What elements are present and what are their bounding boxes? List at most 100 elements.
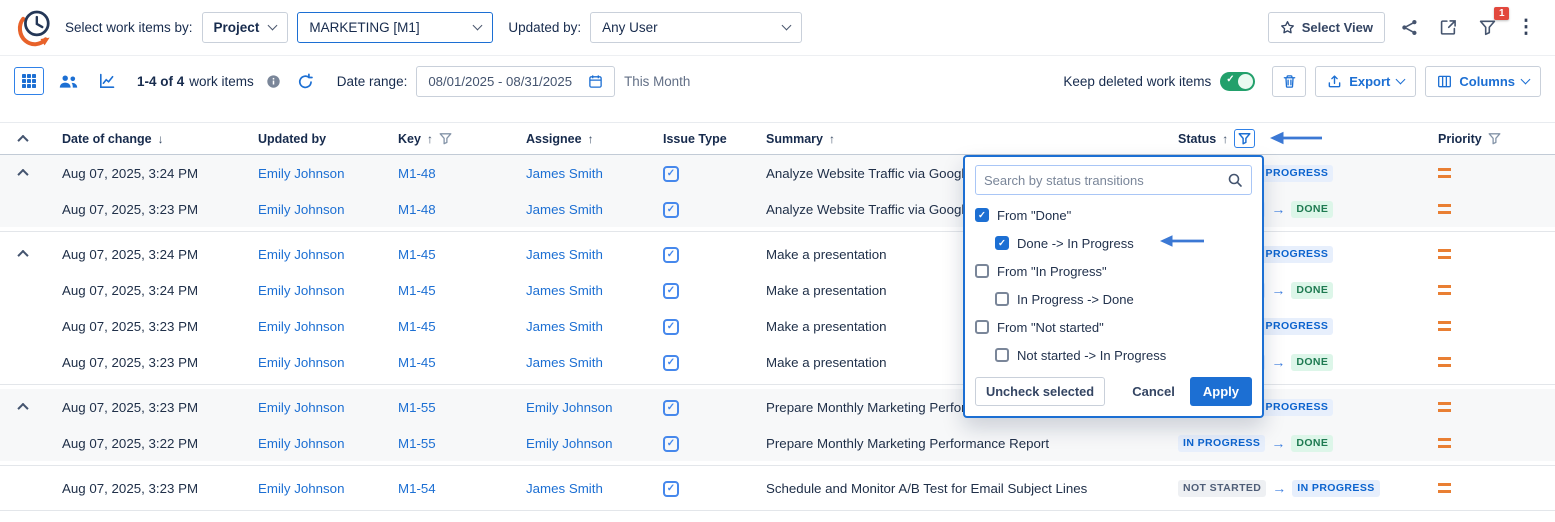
assignee-link[interactable]: Emily Johnson [526,436,612,451]
project-dropdown[interactable]: MARKETING [M1] [297,12,493,43]
checkbox-unchecked-icon[interactable] [975,264,989,278]
cancel-button[interactable]: Cancel [1132,384,1175,399]
key-link[interactable]: M1-45 [398,283,436,298]
columns-button[interactable]: Columns [1425,66,1541,97]
status-filter-popup: From "Done" Done -> In Progress From "In… [963,155,1264,418]
filter-item-label: In Progress -> Done [1017,292,1134,307]
assignee-link[interactable]: James Smith [526,166,603,181]
key-link[interactable]: M1-55 [398,400,436,415]
key-link[interactable]: M1-48 [398,202,436,217]
calendar-icon [588,74,603,89]
sort-desc-icon[interactable]: ↓ [158,132,164,146]
apply-button[interactable]: Apply [1190,377,1252,406]
table-view-button[interactable] [14,67,44,95]
collapse-group-icon[interactable] [17,250,28,258]
assignee-link[interactable]: James Smith [526,481,603,496]
filter-item-label: Not started -> In Progress [1017,348,1166,363]
header-status[interactable]: Status↑ [1162,129,1422,148]
checkbox-checked-icon[interactable] [975,208,989,222]
assignee-link[interactable]: Emily Johnson [526,400,612,415]
collapse-group-icon[interactable] [17,403,28,411]
assignee-link[interactable]: James Smith [526,355,603,370]
filter-item-notstarted-to-inprogress[interactable]: Not started -> In Progress [975,341,1252,369]
date-range-input[interactable]: 08/01/2025 - 08/31/2025 [416,66,615,97]
updated-by-link[interactable]: Emily Johnson [258,355,344,370]
assignee-link[interactable]: James Smith [526,247,603,262]
date-range-label: Date range: [337,74,408,89]
updated-by-dropdown[interactable]: Any User [590,12,802,43]
status-filter-icon-active[interactable] [1234,129,1255,148]
share-button[interactable] [1394,13,1424,43]
key-link[interactable]: M1-45 [398,319,436,334]
updated-by-link[interactable]: Emily Johnson [258,481,344,496]
key-filter-icon[interactable] [439,132,452,145]
filter-item-from-done[interactable]: From "Done" [975,201,1252,229]
checkbox-unchecked-icon[interactable] [995,292,1009,306]
filter-item-done-to-inprogress[interactable]: Done -> In Progress [975,229,1252,257]
date-of-change: Aug 07, 2025, 3:22 PM [46,436,242,451]
collapse-all-icon[interactable] [17,135,28,143]
sort-asc-icon[interactable]: ↑ [1222,132,1228,146]
assignee-link[interactable]: James Smith [526,283,603,298]
header-issue-type[interactable]: Issue Type [647,132,750,146]
uncheck-selected-button[interactable]: Uncheck selected [975,377,1105,406]
filter-funnel-icon [1479,19,1496,36]
updated-by-link[interactable]: Emily Johnson [258,202,344,217]
header-assignee[interactable]: Assignee↑ [510,132,647,146]
status-to-badge: DONE [1291,435,1333,452]
transition-arrow-icon: → [1271,435,1285,451]
header-date-of-change[interactable]: Date of change↓ [46,132,242,146]
applied-filters-button[interactable]: 1 [1472,13,1502,43]
sort-asc-icon[interactable]: ↑ [588,132,594,146]
period-label: This Month [624,74,690,89]
assignee-link[interactable]: James Smith [526,202,603,217]
table-row: Aug 07, 2025, 3:24 PM Emily Johnson M1-4… [0,272,1555,308]
status-search-input[interactable] [984,173,1227,188]
checkbox-checked-icon[interactable] [995,236,1009,250]
filter-item-inprogress-to-done[interactable]: In Progress -> Done [975,285,1252,313]
delete-button[interactable] [1272,66,1306,97]
checkbox-unchecked-icon[interactable] [975,320,989,334]
filter-item-from-inprogress[interactable]: From "In Progress" [975,257,1252,285]
header-key[interactable]: Key↑ [382,132,510,146]
priority-filter-icon[interactable] [1488,132,1501,145]
header-priority[interactable]: Priority [1422,132,1555,146]
key-link[interactable]: M1-45 [398,247,436,262]
grid-view-icon [21,73,37,89]
status-search-box[interactable] [975,165,1252,195]
filter-item-from-notstarted[interactable]: From "Not started" [975,313,1252,341]
checkbox-unchecked-icon[interactable] [995,348,1009,362]
more-menu-button[interactable]: ⋮ [1511,13,1541,43]
open-in-new-button[interactable] [1433,13,1463,43]
header-summary[interactable]: Summary↑ [750,132,1162,146]
key-link[interactable]: M1-48 [398,166,436,181]
work-item-group: Aug 07, 2025, 3:24 PM Emily Johnson M1-4… [0,236,1555,380]
updated-by-link[interactable]: Emily Johnson [258,319,344,334]
trash-icon [1282,74,1297,89]
keep-deleted-toggle[interactable] [1220,72,1255,91]
chart-view-button[interactable] [92,67,122,95]
status-to-badge: DONE [1291,282,1333,299]
table-row: Aug 07, 2025, 3:23 PM Emily Johnson M1-4… [0,191,1555,227]
key-link[interactable]: M1-54 [398,481,436,496]
info-button[interactable] [263,66,285,96]
export-button[interactable]: Export [1315,66,1416,97]
table-row: Aug 07, 2025, 3:22 PM Emily Johnson M1-5… [0,425,1555,461]
updated-by-link[interactable]: Emily Johnson [258,166,344,181]
collapse-group-icon[interactable] [17,169,28,177]
header-updated-by[interactable]: Updated by [242,132,382,146]
refresh-button[interactable] [294,66,318,96]
updated-by-link[interactable]: Emily Johnson [258,247,344,262]
updated-by-link[interactable]: Emily Johnson [258,436,344,451]
updated-by-link[interactable]: Emily Johnson [258,400,344,415]
sort-asc-icon[interactable]: ↑ [427,132,433,146]
select-by-dropdown[interactable]: Project [202,12,289,43]
table-row: Aug 07, 2025, 3:23 PM Emily Johnson M1-5… [0,389,1555,425]
key-link[interactable]: M1-45 [398,355,436,370]
key-link[interactable]: M1-55 [398,436,436,451]
people-view-button[interactable] [53,67,83,95]
assignee-link[interactable]: James Smith [526,319,603,334]
select-view-button[interactable]: Select View [1268,12,1385,43]
sort-asc-icon[interactable]: ↑ [829,132,835,146]
updated-by-link[interactable]: Emily Johnson [258,283,344,298]
